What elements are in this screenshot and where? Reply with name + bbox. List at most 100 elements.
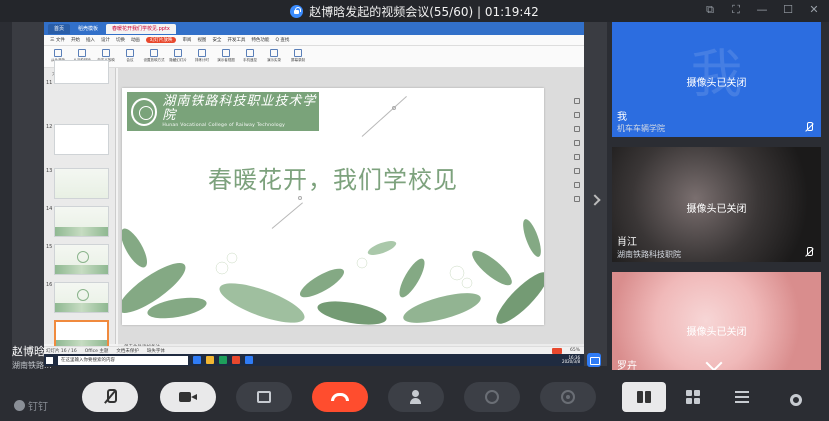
menu-insert[interactable]: 插入: [86, 37, 95, 43]
participant-tile-self[interactable]: 我 摄像头已关闭 我 机车车辆学院: [612, 22, 821, 137]
app-icon[interactable]: [219, 356, 227, 364]
tool-icon[interactable]: [574, 112, 580, 118]
tool-icon[interactable]: [574, 98, 580, 104]
camera-toggle-button[interactable]: [160, 382, 216, 412]
camera-off-label: 摄像头已关闭: [686, 204, 747, 215]
mic-muted-icon: [105, 389, 117, 405]
menu-transition[interactable]: 切换: [116, 37, 125, 43]
tool-icon[interactable]: [574, 140, 580, 146]
menu-view[interactable]: 视图: [197, 37, 206, 43]
zoom-level[interactable]: 65%: [570, 348, 580, 353]
ribbon-label: 设置放映方式: [143, 58, 165, 62]
list-layout-button[interactable]: [720, 382, 764, 412]
fullscreen-icon[interactable]: ⛶: [729, 3, 743, 17]
taskbar-search-input[interactable]: 在这里输入你要搜索的内容: [58, 355, 188, 365]
timer-icon: [198, 49, 206, 57]
caption-button[interactable]: [464, 382, 520, 412]
menu-review[interactable]: 审阅: [182, 37, 191, 43]
slide-thumbnail[interactable]: [54, 282, 109, 313]
mic-muted-icon: [805, 247, 813, 258]
tool-icon[interactable]: [574, 168, 580, 174]
ribbon-record-show[interactable]: 演示实录: [264, 49, 284, 63]
ring-decoration: [77, 251, 89, 263]
ribbon-rehearse[interactable]: 排练计时: [192, 49, 212, 63]
grid-layout-button[interactable]: [671, 382, 715, 412]
screen-share-indicator-icon[interactable]: [587, 353, 601, 367]
participant-tile[interactable]: 摄像头已关闭 肖江 湖南铁路科技职院: [612, 147, 821, 262]
wps-tab-document[interactable]: 春暖花开我们学校见.pptx: [106, 23, 176, 34]
dingtalk-logo-icon: [14, 400, 25, 411]
meeting-icon: [126, 49, 134, 57]
leaf-decoration: [55, 227, 108, 236]
title-bar: 赵博晗发起的视频会议(55/60) | 01:19:42 ⧉ ⛶ — ☐ ✕: [0, 0, 829, 22]
mute-mic-button[interactable]: [82, 382, 138, 412]
right-toolstrip: [572, 98, 582, 202]
ribbon-label: 隐藏幻灯片: [169, 58, 187, 62]
slide-thumbnail[interactable]: [54, 206, 109, 237]
ribbon-label: 演示实录: [267, 58, 281, 62]
wps-icon[interactable]: [232, 356, 240, 364]
slide-thumbnail[interactable]: [54, 244, 109, 275]
tool-icon[interactable]: [574, 196, 580, 202]
ribbon-hide-slide[interactable]: 隐藏幻灯片: [168, 49, 188, 63]
speaker-layout-button[interactable]: [622, 382, 666, 412]
speaker-layout-icon: [637, 391, 651, 403]
record-button[interactable]: [540, 382, 596, 412]
camera-off-icon: [179, 391, 197, 403]
slide-thumbnail-panel: 大纲 幻灯片 11 12 13 14 15 16: [44, 60, 116, 351]
folder-icon[interactable]: [206, 356, 214, 364]
collapse-sidebar-button[interactable]: [588, 180, 602, 220]
tool-icon[interactable]: [574, 182, 580, 188]
tool-icon[interactable]: [574, 126, 580, 132]
tool-icon[interactable]: [574, 154, 580, 160]
share-screen-button[interactable]: [236, 382, 292, 412]
windows-taskbar: 在这里输入你要搜索的内容 16:36 2020/3/8: [44, 354, 584, 366]
ring-decoration: [77, 289, 89, 301]
chevron-down-icon[interactable]: [705, 354, 723, 370]
menu-features[interactable]: 特色功能: [251, 37, 269, 43]
app-icon[interactable]: [193, 356, 201, 364]
shared-screen-area: 首页 稻壳模板 春暖花开我们学校见.pptx 三 文件 开始 插入 设计 切换 …: [12, 22, 607, 366]
slide-thumbnail[interactable]: [54, 60, 109, 84]
menu-security[interactable]: 安全: [212, 37, 221, 43]
settings-icon: [150, 49, 158, 57]
share-screen-icon: [257, 391, 271, 403]
brand-logo: 钉钉: [14, 398, 48, 413]
slideshow-play-button[interactable]: [551, 347, 562, 354]
status-theme: Office 主题: [84, 348, 109, 354]
ribbon-screen-record[interactable]: 屏幕录制: [288, 49, 308, 63]
menu-design[interactable]: 设计: [101, 37, 110, 43]
wps-tab-templates[interactable]: 稻壳模板: [72, 24, 104, 34]
close-icon[interactable]: ✕: [807, 3, 821, 17]
restore-icon[interactable]: ⧉: [703, 3, 717, 17]
hang-up-button[interactable]: [312, 382, 368, 412]
taskbar-clock: 16:36 2020/3/8: [562, 355, 580, 365]
wps-menu-bar: 三 文件 开始 插入 设计 切换 动画 幻灯片放映 审阅 视图 安全 开发工具 …: [44, 35, 584, 46]
menu-search[interactable]: Q 查找: [275, 37, 289, 43]
ribbon-presenter-view[interactable]: 演示者视图: [216, 49, 236, 63]
meeting-title-group: 赵博晗发起的视频会议(55/60) | 01:19:42: [290, 3, 539, 20]
chevron-right-icon: [589, 194, 601, 206]
menu-animation[interactable]: 动画: [131, 37, 140, 43]
ribbon-meeting[interactable]: 会议: [120, 49, 140, 63]
gear-icon[interactable]: [790, 394, 802, 406]
current-slide[interactable]: 湖南铁路科技职业技术学院 Hunan Vocational College of…: [122, 88, 544, 325]
slide-thumbnail[interactable]: [54, 168, 109, 199]
maximize-icon[interactable]: ☐: [781, 3, 795, 17]
ribbon-phone-remote[interactable]: 手机遥控: [240, 49, 260, 63]
menu-file[interactable]: 三 文件: [50, 37, 65, 43]
slide-editor: 湖南铁路科技职业技术学院 Hunan Vocational College of…: [118, 68, 584, 344]
ribbon-setup-show[interactable]: 设置放映方式: [143, 49, 165, 63]
menu-slideshow[interactable]: 幻灯片放映: [145, 37, 177, 43]
camera-off-label: 摄像头已关闭: [686, 327, 747, 338]
minimize-icon[interactable]: —: [755, 3, 769, 17]
participant-tile[interactable]: 摄像头已关闭 罗卉: [612, 272, 821, 370]
menu-devtools[interactable]: 开发工具: [227, 37, 245, 43]
wps-tab-home[interactable]: 首页: [48, 23, 71, 34]
slide-thumbnail[interactable]: [54, 124, 109, 155]
dingtalk-icon[interactable]: [245, 356, 253, 364]
ribbon-label: 手机遥控: [243, 58, 257, 62]
status-missing-fonts[interactable]: 缺失字体: [147, 348, 165, 354]
add-member-button[interactable]: [388, 382, 444, 412]
menu-start[interactable]: 开始: [71, 37, 80, 43]
